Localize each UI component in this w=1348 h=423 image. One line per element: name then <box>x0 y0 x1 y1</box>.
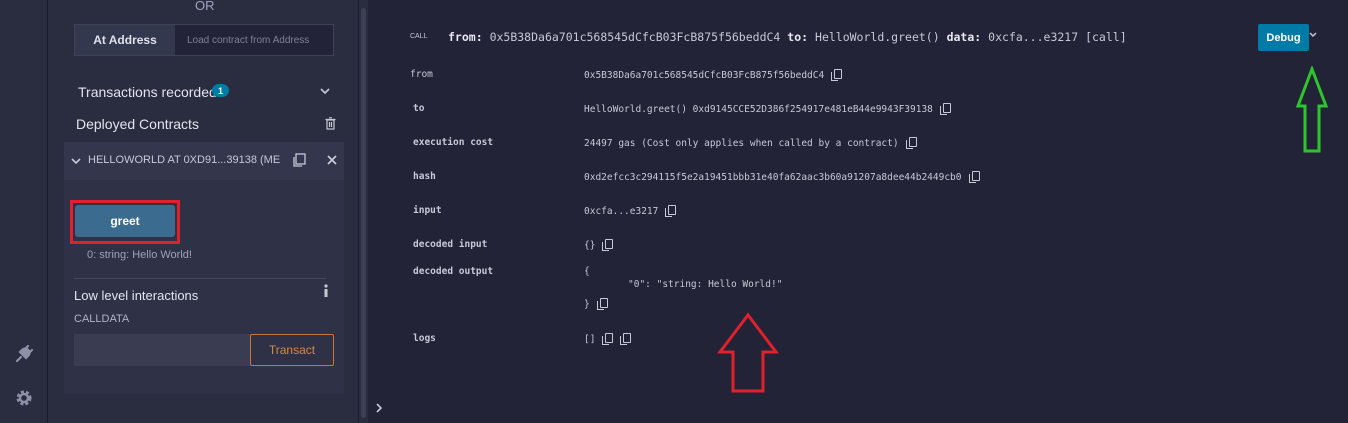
info-icon[interactable] <box>323 284 329 301</box>
calldata-input[interactable] <box>74 334 250 366</box>
row-key-to: to <box>413 103 425 114</box>
at-address-button[interactable]: At Address <box>75 25 175 55</box>
to-value: HelloWorld.greet() 0xd9145CCE52D386f2549… <box>584 104 933 115</box>
panel-scrollbar[interactable] <box>358 0 368 423</box>
row-key-decoded-output: decoded output <box>413 266 494 277</box>
copy-icon[interactable] <box>602 333 614 345</box>
logs-value: [] <box>584 334 596 345</box>
execution-cost-value: 24497 gas (Cost only applies when called… <box>584 138 899 149</box>
greet-button[interactable]: greet <box>75 205 175 237</box>
decoded-output-close: } <box>584 298 608 310</box>
icon-rail <box>0 0 48 423</box>
copy-icon[interactable] <box>602 239 614 251</box>
row-value-from: 0x5B38Da6a701c568545dCfcB03FcB875f56bedd… <box>584 69 843 81</box>
summary-from-value: 0x5B38Da6a701c568545dCfcB03FcB875f56bedd… <box>489 30 781 44</box>
row-value-execution-cost: 24497 gas (Cost only applies when called… <box>584 137 917 149</box>
red-arrow-annotation <box>716 312 780 393</box>
load-address-input[interactable]: Load contract from Address <box>175 25 333 55</box>
chevron-down-icon[interactable] <box>71 156 81 168</box>
decoded-output-line: "0": "string: Hello World!" <box>628 279 783 290</box>
row-key-input: input <box>413 205 442 216</box>
plugin-icon[interactable] <box>12 342 36 366</box>
chevron-down-icon[interactable] <box>320 86 330 98</box>
settings-gear-icon[interactable] <box>12 386 36 410</box>
copy-icon[interactable] <box>596 298 608 310</box>
transaction-summary[interactable]: from: 0x5B38Da6a701c568545dCfcB03FcB875f… <box>448 30 1127 44</box>
transactions-recorded-title[interactable]: Transactions recorded <box>78 84 217 100</box>
copy-icon[interactable] <box>905 137 917 149</box>
from-value: 0x5B38Da6a701c568545dCfcB03FcB875f56bedd… <box>584 70 825 81</box>
row-value-to: HelloWorld.greet() 0xd9145CCE52D386f2549… <box>584 103 951 115</box>
row-value-logs: [] <box>584 333 632 345</box>
transact-button[interactable]: Transact <box>250 334 334 366</box>
decoded-input-value: {} <box>584 240 596 251</box>
trash-icon[interactable] <box>325 117 336 133</box>
or-label: OR <box>195 0 215 13</box>
deployed-contracts-title: Deployed Contracts <box>76 116 199 132</box>
summary-data-key: data: <box>946 30 982 44</box>
summary-from-key: from: <box>448 30 483 44</box>
row-key-execution-cost: execution cost <box>413 137 494 148</box>
copy-icon[interactable] <box>968 171 980 183</box>
copy-icon[interactable] <box>831 69 843 81</box>
copy-icon[interactable] <box>292 153 306 171</box>
chevron-right-icon[interactable] <box>376 402 383 416</box>
decoded-output-close-brace: } <box>584 299 590 310</box>
row-value-hash: 0xd2efcc3c294115f5e2a19451bbb31e40fa62aa… <box>584 171 980 183</box>
copy-icon[interactable] <box>939 103 951 115</box>
debug-button[interactable]: Debug <box>1258 24 1309 51</box>
call-tag: CALL <box>410 33 428 40</box>
low-level-interactions-title: Low level interactions <box>74 288 199 303</box>
row-key-logs: logs <box>413 333 436 344</box>
green-arrow-annotation <box>1295 66 1329 153</box>
at-address-group: At Address Load contract from Address <box>74 24 334 56</box>
input-value: 0xcfa...e3217 <box>584 206 659 217</box>
greet-result: 0: string: Hello World! <box>87 249 192 261</box>
calldata-label: CALLDATA <box>74 313 130 325</box>
copy-icon[interactable] <box>620 333 632 345</box>
chevron-down-icon[interactable] <box>1309 30 1317 41</box>
row-key-from: from <box>410 69 433 80</box>
summary-to-key: to: <box>787 30 809 44</box>
divider <box>74 278 326 279</box>
row-value-decoded-input: {} <box>584 239 614 251</box>
row-value-input: 0xcfa...e3217 <box>584 205 677 217</box>
scrollbar-thumb[interactable] <box>361 8 366 418</box>
transactions-count-badge: 1 <box>212 84 229 97</box>
row-key-decoded-input: decoded input <box>413 239 488 250</box>
hash-value: 0xd2efcc3c294115f5e2a19451bbb31e40fa62aa… <box>584 172 962 183</box>
terminal-panel <box>368 0 1348 423</box>
summary-to-value: HelloWorld.greet() <box>815 30 940 44</box>
contract-title: HELLOWORLD AT 0XD91...39138 (MEMORY) <box>88 154 280 166</box>
decoded-output-open-brace: { <box>584 266 590 277</box>
row-key-hash: hash <box>413 171 436 182</box>
close-icon[interactable] <box>327 155 337 168</box>
summary-data-value: 0xcfa...e3217 [call] <box>988 30 1127 44</box>
copy-icon[interactable] <box>665 205 677 217</box>
